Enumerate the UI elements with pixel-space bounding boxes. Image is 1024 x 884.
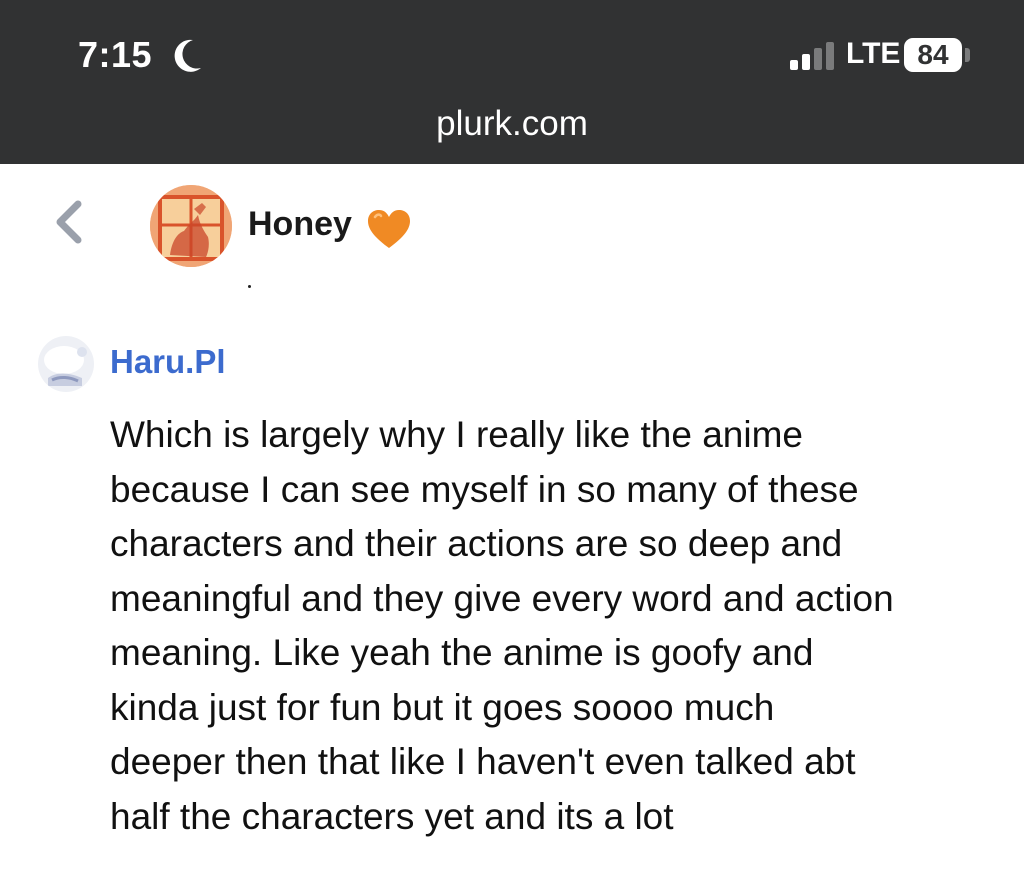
response-line: Which is largely why I really like the a…	[110, 414, 803, 455]
status-time: 7:15	[78, 34, 153, 75]
response-line: because I can see myself in so many of t…	[110, 468, 859, 510]
response-line: deeper then that like I haven't even tal…	[110, 741, 856, 782]
moon-icon	[174, 39, 201, 72]
address-bar-url[interactable]: plurk.com	[0, 104, 1024, 144]
battery-tip	[965, 48, 970, 62]
browser-chrome: 7:15 LTE 84 plurk.com	[0, 0, 1024, 164]
owner-avatar[interactable]	[150, 185, 232, 267]
orange-heart-icon	[368, 210, 410, 248]
cellular-signal-icon	[790, 42, 834, 70]
responder-name[interactable]: Haru.Pl	[110, 343, 226, 381]
owner-name[interactable]: Honey	[248, 205, 352, 244]
battery-indicator: 84	[904, 38, 962, 72]
responder-avatar[interactable]	[38, 336, 94, 392]
response-line: kinda just for fun but it goes soooo muc…	[110, 686, 775, 728]
response-line: meaning. Like yeah the anime is goofy an…	[110, 632, 814, 673]
response-line: half the characters yet and its a lot	[110, 795, 674, 837]
chevron-left-icon[interactable]	[48, 198, 88, 246]
response-text: Which is largely why I really like the a…	[110, 408, 1000, 844]
response-line: characters and their actions are so deep…	[110, 523, 843, 564]
network-type: LTE	[846, 37, 901, 70]
owner-status-dot	[248, 285, 251, 288]
response-line: meaningful and they give every word and …	[110, 577, 894, 619]
